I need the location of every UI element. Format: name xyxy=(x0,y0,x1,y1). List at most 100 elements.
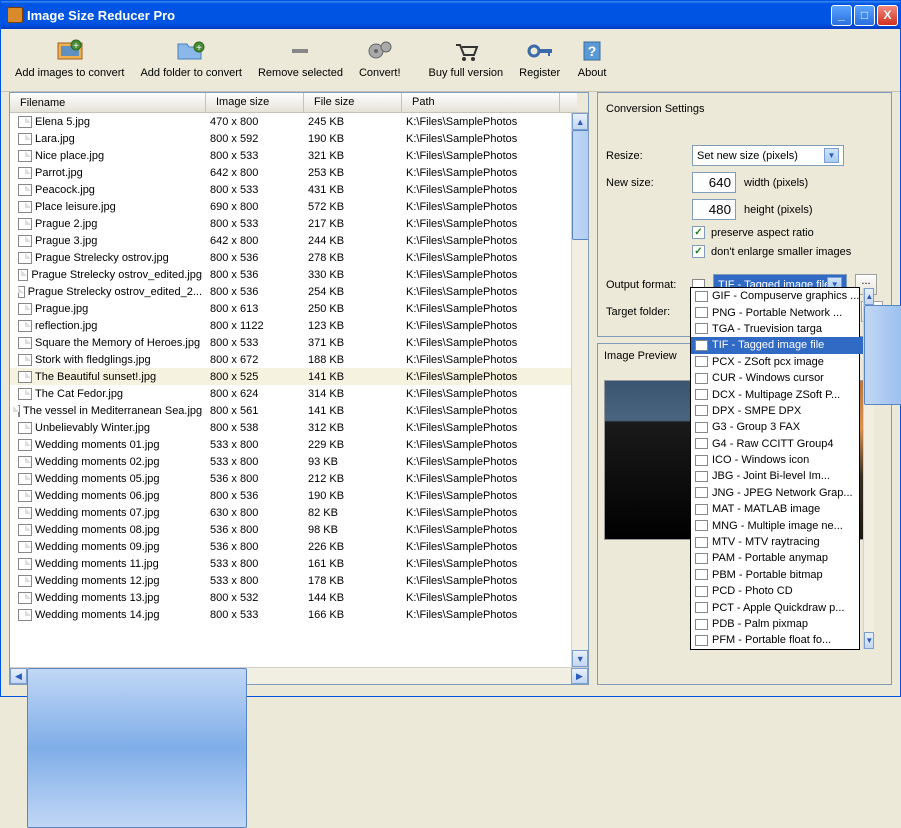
format-option[interactable]: G3 - Group 3 FAX xyxy=(691,419,863,435)
table-row[interactable]: Elena 5.jpg470 x 800245 KBK:\Files\Sampl… xyxy=(10,113,571,130)
scroll-left-icon[interactable]: ◀ xyxy=(10,668,27,684)
filename-text: The vessel in Mediterranean Sea.jpg xyxy=(23,405,202,417)
format-option[interactable]: PBM - Portable bitmap xyxy=(691,567,863,583)
table-row[interactable]: Wedding moments 09.jpg536 x 800226 KBK:\… xyxy=(10,538,571,555)
about-button[interactable]: ? About xyxy=(570,35,614,83)
table-row[interactable]: Prague Strelecky ostrov.jpg800 x 536278 … xyxy=(10,249,571,266)
format-option[interactable]: DPX - SMPE DPX xyxy=(691,403,863,419)
scroll-up-icon[interactable]: ▲ xyxy=(572,113,588,130)
table-row[interactable]: Prague Strelecky ostrov_edited.jpg800 x … xyxy=(10,266,571,283)
format-option[interactable]: MNG - Multiple image ne... xyxy=(691,517,863,533)
scroll-right-icon[interactable]: ▶ xyxy=(571,668,588,684)
add-images-button[interactable]: + Add images to convert xyxy=(9,35,130,83)
table-row[interactable]: Wedding moments 13.jpg800 x 532144 KBK:\… xyxy=(10,589,571,606)
file-icon xyxy=(18,201,32,213)
output-format-dropdown[interactable]: GIF - Compuserve graphics ...PNG - Porta… xyxy=(690,287,860,650)
col-filename[interactable]: Filename xyxy=(10,93,206,112)
col-file-size[interactable]: File size xyxy=(304,93,402,112)
width-input[interactable] xyxy=(692,172,736,193)
table-row[interactable]: The Cat Fedor.jpg800 x 624314 KBK:\Files… xyxy=(10,385,571,402)
format-option[interactable]: PCX - ZSoft pcx image xyxy=(691,354,863,370)
format-option[interactable]: PCD - Photo CD xyxy=(691,583,863,599)
table-row[interactable]: Stork with fledglings.jpg800 x 672188 KB… xyxy=(10,351,571,368)
table-row[interactable]: Wedding moments 05.jpg536 x 800212 KBK:\… xyxy=(10,470,571,487)
add-folder-button[interactable]: + Add folder to convert xyxy=(134,35,248,83)
table-row[interactable]: The Beautiful sunset!.jpg800 x 525141 KB… xyxy=(10,368,571,385)
table-row[interactable]: Wedding moments 01.jpg533 x 800229 KBK:\… xyxy=(10,436,571,453)
table-row[interactable]: The vessel in Mediterranean Sea.jpg800 x… xyxy=(10,402,571,419)
format-option[interactable]: CUR - Windows cursor xyxy=(691,370,863,386)
format-option[interactable]: MTV - MTV raytracing xyxy=(691,534,863,550)
format-option[interactable]: MAT - MATLAB image xyxy=(691,501,863,517)
file-size-text: 178 KB xyxy=(304,574,402,588)
table-row[interactable]: Wedding moments 07.jpg630 x 80082 KBK:\F… xyxy=(10,504,571,521)
table-row[interactable]: Wedding moments 14.jpg800 x 533166 KBK:\… xyxy=(10,606,571,623)
format-option[interactable]: PDB - Palm pixmap xyxy=(691,616,863,632)
format-option[interactable]: PCT - Apple Quickdraw p... xyxy=(691,599,863,615)
table-row[interactable]: Wedding moments 06.jpg800 x 536190 KBK:\… xyxy=(10,487,571,504)
table-row[interactable]: Wedding moments 02.jpg533 x 80093 KBK:\F… xyxy=(10,453,571,470)
table-row[interactable]: Prague 3.jpg642 x 800244 KBK:\Files\Samp… xyxy=(10,232,571,249)
height-input[interactable] xyxy=(692,199,736,220)
file-icon xyxy=(18,473,32,485)
format-option[interactable]: JNG - JPEG Network Grap... xyxy=(691,485,863,501)
format-option[interactable]: TGA - Truevision targa xyxy=(691,321,863,337)
file-size-text: 371 KB xyxy=(304,336,402,350)
scroll-down-icon[interactable]: ▼ xyxy=(864,632,874,649)
scroll-thumb[interactable] xyxy=(864,305,901,405)
format-option[interactable]: GIF - Compuserve graphics ... xyxy=(691,288,863,304)
table-row[interactable]: Prague.jpg800 x 613250 KBK:\Files\Sample… xyxy=(10,300,571,317)
preserve-aspect-checkbox[interactable]: ✓ preserve aspect ratio xyxy=(692,226,814,239)
table-row[interactable]: Nice place.jpg800 x 533321 KBK:\Files\Sa… xyxy=(10,147,571,164)
table-row[interactable]: Place leisure.jpg690 x 800572 KBK:\Files… xyxy=(10,198,571,215)
convert-button[interactable]: Convert! xyxy=(353,35,407,83)
file-icon xyxy=(18,456,32,468)
file-size-text: 254 KB xyxy=(304,285,402,299)
format-option[interactable]: TIF - Tagged image file xyxy=(691,337,863,353)
path-text: K:\Files\SamplePhotos xyxy=(402,404,560,418)
scroll-up-icon[interactable]: ▲ xyxy=(864,288,874,305)
table-row[interactable]: Wedding moments 08.jpg536 x 80098 KBK:\F… xyxy=(10,521,571,538)
folder-icon: + xyxy=(175,39,207,63)
dropdown-scrollbar[interactable]: ▲ ▼ xyxy=(863,288,874,649)
register-button[interactable]: Register xyxy=(513,35,566,83)
table-row[interactable]: Prague Strelecky ostrov_edited_2...800 x… xyxy=(10,283,571,300)
buy-button[interactable]: Buy full version xyxy=(423,35,510,83)
format-option[interactable]: DCX - Multipage ZSoft P... xyxy=(691,386,863,402)
format-option[interactable]: PAM - Portable anymap xyxy=(691,550,863,566)
image-size-text: 800 x 672 xyxy=(206,353,304,367)
format-option[interactable]: PNG - Portable Network ... xyxy=(691,304,863,320)
scroll-thumb[interactable] xyxy=(572,130,588,240)
file-icon xyxy=(18,286,25,298)
table-row[interactable]: Peacock.jpg800 x 533431 KBK:\Files\Sampl… xyxy=(10,181,571,198)
file-list[interactable]: Elena 5.jpg470 x 800245 KBK:\Files\Sampl… xyxy=(10,113,571,667)
table-row[interactable]: Square the Memory of Heroes.jpg800 x 533… xyxy=(10,334,571,351)
table-row[interactable]: Parrot.jpg642 x 800253 KBK:\Files\Sample… xyxy=(10,164,571,181)
remove-selected-button[interactable]: Remove selected xyxy=(252,35,349,83)
scroll-down-icon[interactable]: ▼ xyxy=(572,650,588,667)
resize-select[interactable]: Set new size (pixels) ▼ xyxy=(692,145,844,166)
vertical-scrollbar[interactable]: ▲ ▼ xyxy=(571,113,588,667)
table-row[interactable]: Prague 2.jpg800 x 533217 KBK:\Files\Samp… xyxy=(10,215,571,232)
format-option[interactable]: PFM - Portable float fo... xyxy=(691,632,863,648)
table-row[interactable]: Wedding moments 11.jpg533 x 800161 KBK:\… xyxy=(10,555,571,572)
path-text: K:\Files\SamplePhotos xyxy=(402,319,560,333)
minimize-button[interactable]: _ xyxy=(831,5,852,26)
file-icon xyxy=(695,537,708,548)
col-image-size[interactable]: Image size xyxy=(206,93,304,112)
table-row[interactable]: Lara.jpg800 x 592190 KBK:\Files\SamplePh… xyxy=(10,130,571,147)
format-option[interactable]: JBG - Joint Bi-level Im... xyxy=(691,468,863,484)
table-row[interactable]: reflection.jpg800 x 1122123 KBK:\Files\S… xyxy=(10,317,571,334)
table-row[interactable]: Unbelievably Winter.jpg800 x 538312 KBK:… xyxy=(10,419,571,436)
hscroll-thumb[interactable] xyxy=(27,668,247,828)
horizontal-scrollbar[interactable]: ◀ ▶ xyxy=(10,667,588,684)
close-button[interactable]: X xyxy=(877,5,898,26)
table-row[interactable]: Wedding moments 12.jpg533 x 800178 KBK:\… xyxy=(10,572,571,589)
format-option[interactable]: ICO - Windows icon xyxy=(691,452,863,468)
col-path[interactable]: Path xyxy=(402,93,560,112)
dont-enlarge-checkbox[interactable]: ✓ don't enlarge smaller images xyxy=(692,245,851,258)
format-option[interactable]: G4 - Raw CCITT Group4 xyxy=(691,436,863,452)
maximize-button[interactable]: □ xyxy=(854,5,875,26)
title-bar[interactable]: Image Size Reducer Pro _ □ X xyxy=(1,1,900,29)
file-icon xyxy=(695,373,708,384)
